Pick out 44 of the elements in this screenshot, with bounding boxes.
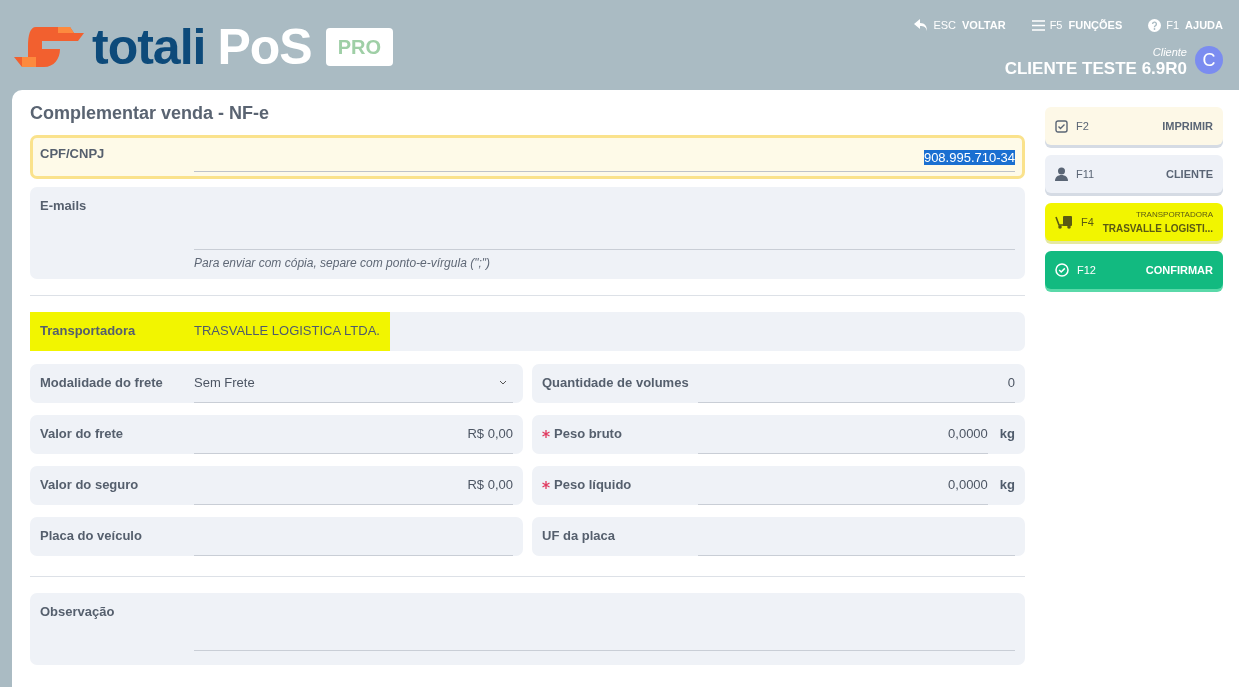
field-label: Observação <box>40 603 116 621</box>
carrier-field[interactable]: Transportadora TRASVALLE LOGISTICA LTDA. <box>30 312 1025 351</box>
field-label: UF da placa <box>542 527 615 545</box>
logo-text: totali <box>92 22 206 72</box>
emails-field[interactable]: E-mails Para enviar com cópia, separe com ponto-e-vírgula (";") <box>30 187 1025 279</box>
field-value: 0,0000 <box>948 477 988 492</box>
field-hint: Para enviar com cópia, separe com ponto-e-vírgula (";") <box>194 254 491 272</box>
customer-name: CLIENTE TESTE 6.9R0 <box>1004 60 1187 77</box>
field-label: Peso líquido <box>554 476 632 494</box>
field-label: E-mails <box>40 197 88 215</box>
input-field[interactable]: Valor do seguro R$ 0,00 <box>30 466 523 505</box>
field-label: Quantidade de volumes <box>542 374 689 392</box>
page-title: Complementar venda - NF-e <box>30 102 271 125</box>
cpf-field[interactable]: CPF/CNPJ 908.995.710-34 <box>30 135 1025 179</box>
input-field[interactable]: Valor do frete R$ 0,00 <box>30 415 523 454</box>
field-value: 0,0000 <box>948 426 988 441</box>
field-value: R$ 0,00 <box>467 477 513 492</box>
logo-text: PoS <box>217 22 312 72</box>
edition-badge: PRO <box>325 28 394 66</box>
customer-caption: Cliente <box>1151 44 1187 60</box>
unit-label: kg <box>999 476 1015 494</box>
input-field[interactable]: Peso bruto 0,0000 kg <box>532 415 1025 454</box>
input-field[interactable]: UF da placa <box>532 517 1025 556</box>
field-label: Valor do seguro <box>40 476 139 494</box>
field-label: CPF/CNPJ <box>40 145 106 163</box>
field-value: R$ 0,00 <box>467 426 513 441</box>
action-button[interactable]: F2 IMPRIMIR <box>1045 107 1223 145</box>
field-label: Modalidade do frete <box>40 374 163 392</box>
input-field[interactable]: Quantidade de volumes 0 <box>532 364 1025 403</box>
field-label: Peso bruto <box>554 425 622 443</box>
field-value: 908.995.710-34 <box>923 150 1015 165</box>
avatar[interactable]: C <box>1195 46 1223 75</box>
field-value: 0 <box>1007 375 1015 390</box>
notes-field[interactable]: Observação <box>30 593 1025 665</box>
field-value: TRASVALLE LOGISTICA LTDA. <box>194 322 380 340</box>
input-field[interactable]: Peso líquido 0,0000 kg <box>532 466 1025 505</box>
action-button[interactable]: F11 CLIENTE <box>1045 155 1223 193</box>
field-label: Placa do veículo <box>40 527 142 545</box>
field-label: Transportadora <box>40 322 137 340</box>
select-field[interactable]: Modalidade do frete Sem Frete <box>30 364 523 403</box>
field-label: Valor do frete <box>40 425 124 443</box>
unit-label: kg <box>999 425 1015 443</box>
select-value: Sem Frete <box>194 374 255 392</box>
input-field[interactable]: Placa do veículo <box>30 517 523 556</box>
